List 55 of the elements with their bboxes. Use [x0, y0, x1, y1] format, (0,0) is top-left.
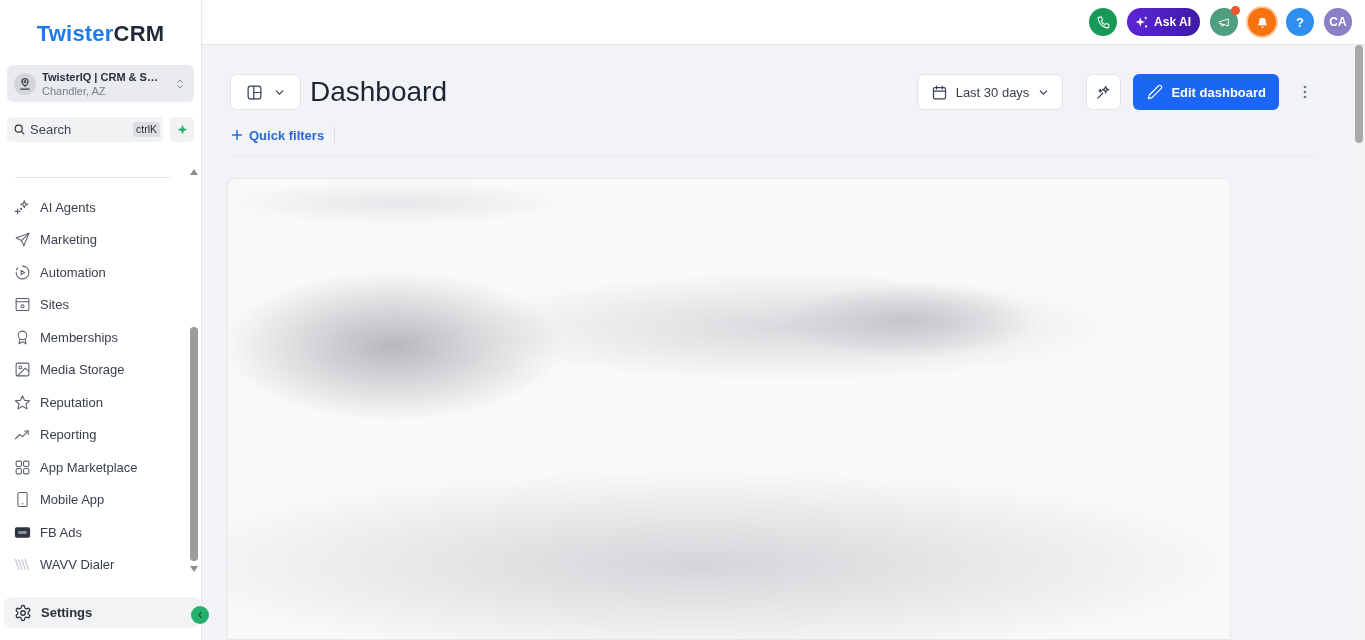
calendar-icon	[930, 83, 948, 101]
plus-icon	[232, 130, 242, 140]
settings-item[interactable]: Settings	[4, 597, 201, 628]
play-circle-icon	[14, 263, 31, 281]
layout-switcher[interactable]	[230, 74, 301, 110]
date-range-button[interactable]: Last 30 days	[916, 74, 1064, 110]
sparkles-icon	[14, 198, 31, 216]
notification-dot-icon	[1231, 6, 1240, 15]
nav-item[interactable]: Media Storage	[0, 353, 187, 386]
quick-filters-button[interactable]: Quick filters	[232, 127, 325, 143]
logo: TwisterCRM	[36, 21, 165, 47]
nav-item[interactable]: Reputation	[0, 386, 187, 419]
nav-item[interactable]: Reporting	[0, 418, 187, 451]
nav-item[interactable]: App Marketplace	[0, 451, 187, 484]
sparkle-icon	[176, 124, 188, 135]
browser-window-icon	[14, 296, 31, 314]
call-button[interactable]	[1089, 8, 1118, 36]
star-icon	[14, 393, 31, 411]
scrollbar-thumb[interactable]	[189, 327, 198, 561]
chevron-left-icon	[195, 610, 205, 620]
sparkles-icon	[1135, 15, 1150, 29]
ai-search-button[interactable]	[170, 117, 194, 142]
magic-wand-button[interactable]	[1086, 74, 1122, 110]
pencil-icon	[1147, 84, 1164, 100]
mobile-phone-icon	[14, 491, 31, 509]
shortcut-hint: ctrlK	[133, 122, 160, 137]
nav-item[interactable]: Automation	[0, 256, 187, 289]
phone-icon	[1096, 15, 1110, 29]
ask-ai-button[interactable]: Ask AI	[1127, 8, 1200, 36]
grid-icon	[14, 458, 31, 476]
nav-item[interactable]: FB Ads	[0, 516, 187, 549]
account-switcher[interactable]: TwisterIQ | CRM & S… Chandler, AZ	[7, 65, 194, 102]
megaphone-icon	[1217, 15, 1231, 29]
nav-item[interactable]: Mobile App	[0, 483, 187, 516]
nav-item[interactable]: AI Agents	[0, 191, 187, 224]
map-pin-icon	[14, 72, 36, 95]
image-icon	[14, 361, 31, 379]
nav-item[interactable]: Memberships	[0, 321, 187, 354]
nav-item[interactable]: WAVV Dialer	[0, 548, 187, 581]
notifications-button[interactable]	[1248, 8, 1276, 36]
scrollbar-thumb[interactable]	[1355, 45, 1363, 143]
announcements-button[interactable]	[1210, 8, 1238, 36]
nav-item[interactable]: Sites	[0, 288, 187, 321]
nav-item[interactable]: Marketing	[0, 223, 187, 256]
search-icon	[13, 123, 26, 136]
settings-icon	[14, 603, 32, 622]
layout-icon	[245, 83, 263, 101]
page-title: Dashboard	[310, 75, 447, 109]
chevron-up-down-icon	[174, 77, 186, 90]
user-avatar[interactable]: CA	[1324, 8, 1352, 36]
scroll-up-icon[interactable]	[189, 169, 198, 175]
scroll-down-icon[interactable]	[189, 566, 198, 572]
edit-dashboard-button[interactable]: Edit dashboard	[1133, 74, 1279, 110]
paper-plane-icon	[14, 231, 31, 249]
bell-icon	[1255, 15, 1269, 29]
